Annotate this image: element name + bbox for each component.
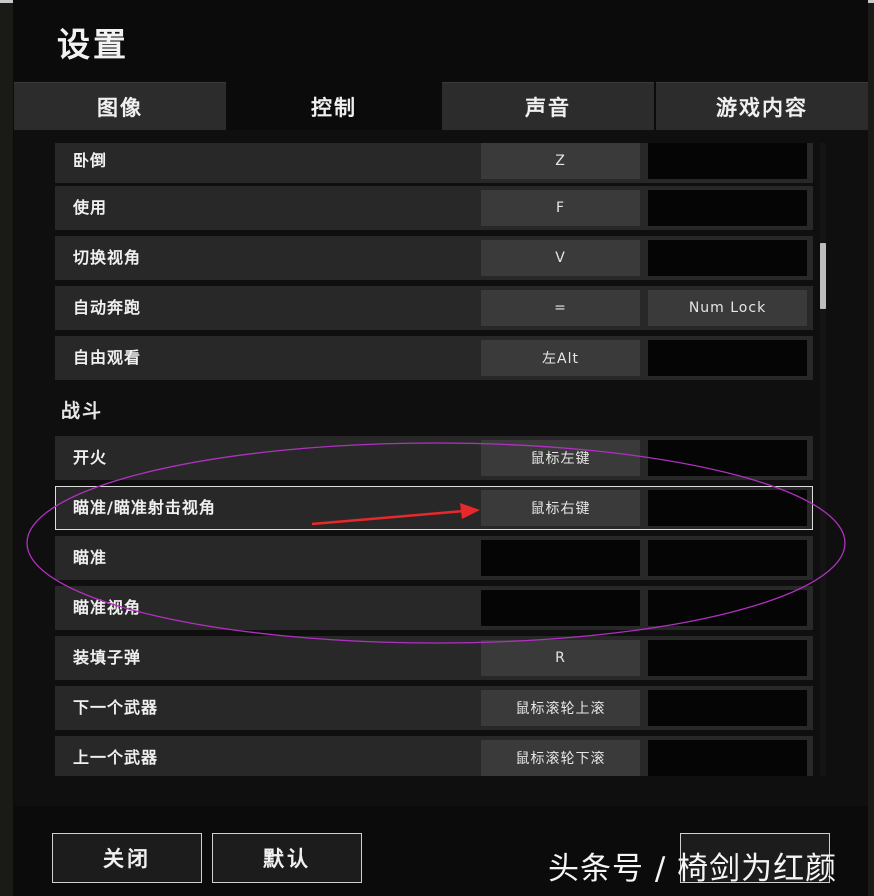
section-header-combat: 战斗 xyxy=(61,400,104,422)
primary-key-slot[interactable] xyxy=(481,540,640,576)
binding-label: 开火 xyxy=(73,448,108,467)
list-scrollbar[interactable] xyxy=(820,143,826,776)
binding-row-aim-ads[interactable]: 瞄准/瞄准射击视角 鼠标右键 xyxy=(55,486,813,530)
primary-key-slot[interactable]: V xyxy=(481,240,640,276)
binding-label: 瞄准 xyxy=(73,548,108,567)
primary-key-slot[interactable]: 鼠标左键 xyxy=(481,440,640,476)
secondary-key-slot[interactable]: Num Lock xyxy=(648,290,807,326)
binding-row-prone[interactable]: 卧倒 Z xyxy=(55,143,813,183)
primary-key-slot[interactable]: 左Alt xyxy=(481,340,640,376)
binding-row-use[interactable]: 使用 F xyxy=(55,186,813,230)
primary-key-slot[interactable]: Z xyxy=(481,143,640,179)
secondary-key-slot[interactable] xyxy=(648,590,807,626)
binding-row-aim-view[interactable]: 瞄准视角 xyxy=(55,586,813,630)
primary-key-slot[interactable]: R xyxy=(481,640,640,676)
secondary-key-slot[interactable] xyxy=(648,143,807,179)
binding-label: 下一个武器 xyxy=(73,698,159,717)
binding-label: 瞄准/瞄准射击视角 xyxy=(73,498,216,517)
secondary-key-slot[interactable] xyxy=(648,690,807,726)
binding-label: 卧倒 xyxy=(73,151,108,170)
binding-row-next-weapon[interactable]: 下一个武器 鼠标滚轮上滚 xyxy=(55,686,813,730)
tab-sound[interactable]: 声音 xyxy=(442,82,654,131)
binding-label: 切换视角 xyxy=(73,248,142,267)
binding-label: 瞄准视角 xyxy=(73,598,142,617)
primary-key-slot[interactable] xyxy=(481,590,640,626)
secondary-key-slot[interactable] xyxy=(648,190,807,226)
secondary-key-slot[interactable] xyxy=(648,340,807,376)
default-button[interactable]: 默认 xyxy=(212,833,362,883)
binding-label: 自动奔跑 xyxy=(73,298,142,317)
secondary-key-slot[interactable] xyxy=(648,640,807,676)
close-button[interactable]: 关闭 xyxy=(52,833,202,883)
binding-row-switch-view[interactable]: 切换视角 V xyxy=(55,236,813,280)
binding-row-fire[interactable]: 开火 鼠标左键 xyxy=(55,436,813,480)
keybinding-list: 卧倒 Z 使用 F 切换视角 V 自动奔跑 = Num Lock 自由观看 左A… xyxy=(55,143,815,776)
tab-controls[interactable]: 控制 xyxy=(228,82,440,131)
primary-key-slot[interactable]: 鼠标滚轮上滚 xyxy=(481,690,640,726)
binding-label: 使用 xyxy=(73,198,108,217)
watermark-text: 头条号 / 椅剑为红颜 xyxy=(548,851,838,887)
primary-key-slot[interactable]: 鼠标右键 xyxy=(481,490,640,526)
secondary-key-slot[interactable] xyxy=(648,740,807,776)
binding-label: 自由观看 xyxy=(73,348,142,367)
tab-gameplay[interactable]: 游戏内容 xyxy=(656,82,868,131)
binding-label: 装填子弹 xyxy=(73,648,142,667)
primary-key-slot[interactable]: = xyxy=(481,290,640,326)
binding-row-aim[interactable]: 瞄准 xyxy=(55,536,813,580)
binding-label: 上一个武器 xyxy=(73,748,159,767)
tab-bar: 图像 控制 声音 游戏内容 xyxy=(14,82,868,131)
tab-graphics[interactable]: 图像 xyxy=(14,82,226,131)
binding-row-reload[interactable]: 装填子弹 R xyxy=(55,636,813,680)
primary-key-slot[interactable]: 鼠标滚轮下滚 xyxy=(481,740,640,776)
page-title: 设置 xyxy=(57,25,129,64)
binding-row-auto-run[interactable]: 自动奔跑 = Num Lock xyxy=(55,286,813,330)
secondary-key-slot[interactable] xyxy=(648,240,807,276)
binding-row-prev-weapon[interactable]: 上一个武器 鼠标滚轮下滚 xyxy=(55,736,813,776)
scrollbar-thumb[interactable] xyxy=(820,243,826,309)
binding-row-free-look[interactable]: 自由观看 左Alt xyxy=(55,336,813,380)
secondary-key-slot[interactable] xyxy=(648,540,807,576)
secondary-key-slot[interactable] xyxy=(648,490,807,526)
secondary-key-slot[interactable] xyxy=(648,440,807,476)
primary-key-slot[interactable]: F xyxy=(481,190,640,226)
